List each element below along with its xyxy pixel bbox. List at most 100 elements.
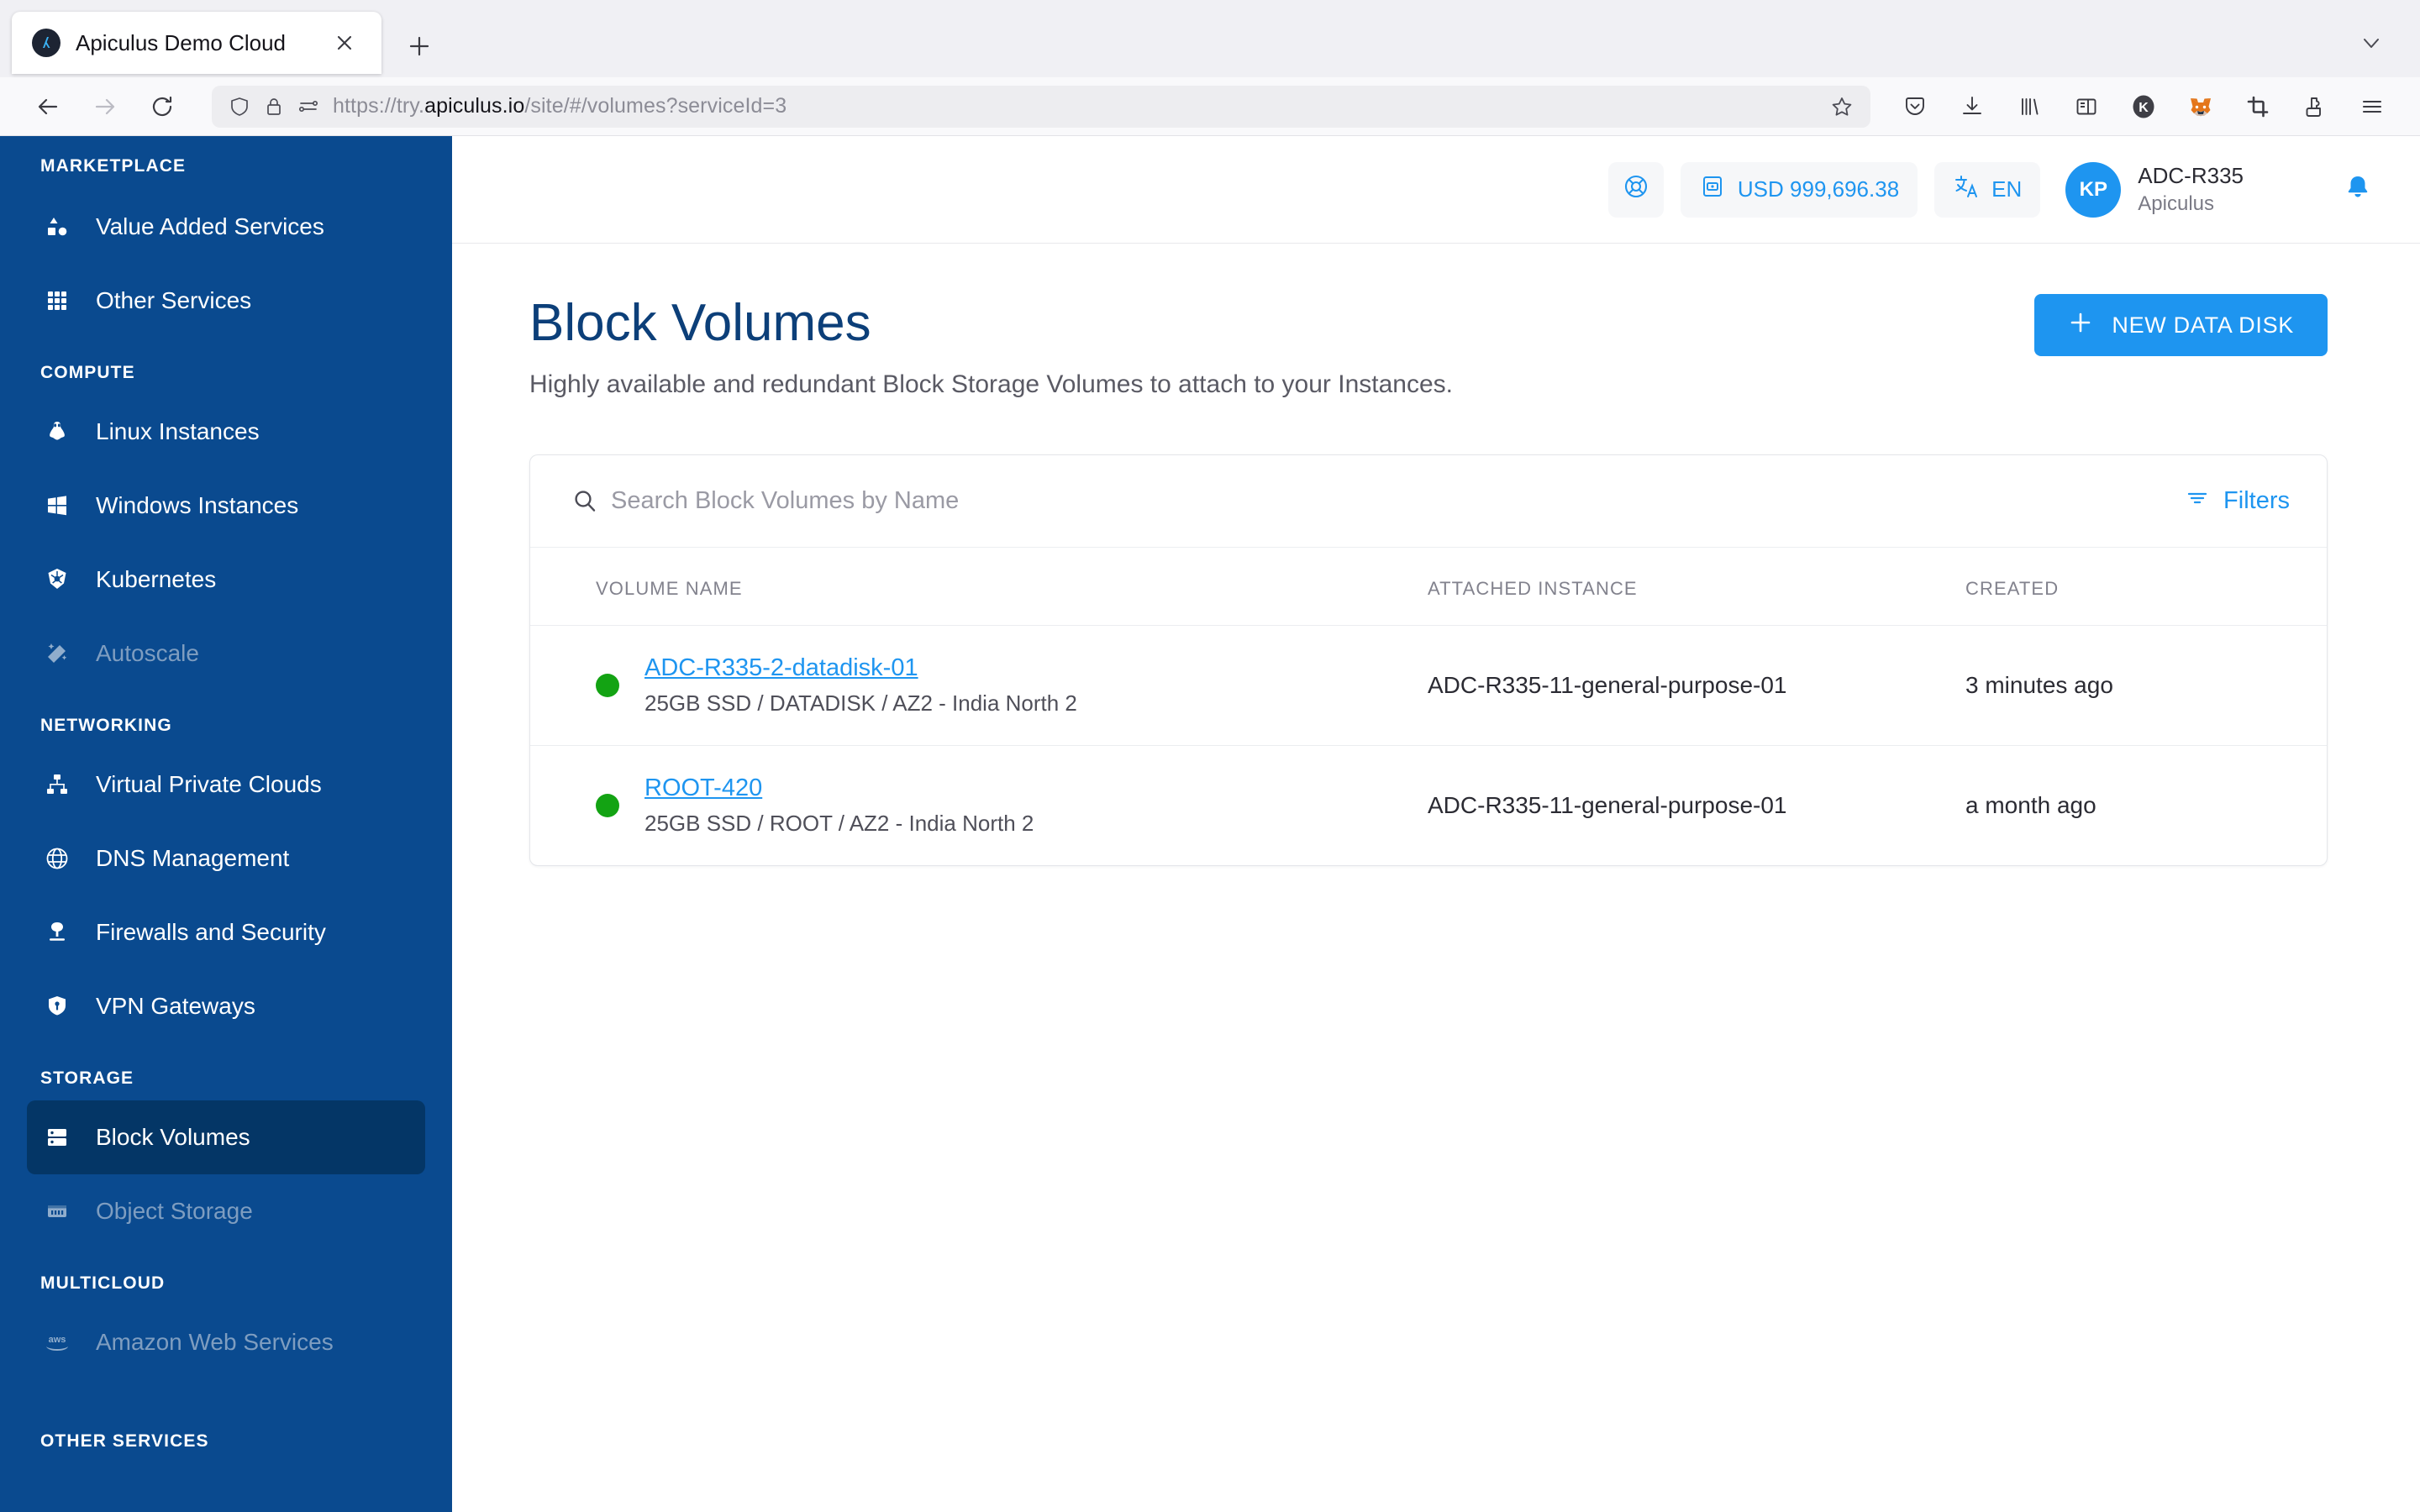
sidebar-item-amazon-web-services: aws Amazon Web Services (27, 1305, 425, 1379)
table-row[interactable]: ROOT-420 25GB SSD / ROOT / AZ2 - India N… (530, 745, 2327, 866)
sidebar-item-label: VPN Gateways (96, 993, 255, 1019)
new-data-disk-button[interactable]: NEW DATA DISK (2034, 294, 2328, 356)
search-input[interactable] (611, 487, 2186, 516)
support-button[interactable] (1607, 161, 1664, 218)
tab-strip: Apiculus Demo Cloud (0, 0, 2420, 77)
sidebar-item-virtual-private-clouds[interactable]: Virtual Private Clouds (27, 748, 425, 822)
lifebuoy-icon (1622, 172, 1650, 207)
sidebar-item-object-storage: Object Storage (27, 1174, 425, 1248)
sidebar-item-value-added-services[interactable]: Value Added Services (27, 190, 425, 264)
permissions-icon[interactable] (297, 96, 319, 118)
sidebar-item-label: Firewalls and Security (96, 919, 326, 945)
filter-icon (2185, 486, 2210, 517)
browser-toolbar: https://try.apiculus.io/site/#/volumes?s… (0, 77, 2420, 136)
volume-name-cell: ADC-R335-2-datadisk-01 25GB SSD / DATADI… (530, 625, 1428, 746)
plus-icon (2068, 310, 2093, 341)
forward-arrow-icon (79, 81, 131, 133)
sidebar-section-networking: NETWORKING (40, 716, 172, 735)
sidebar-item-label: Autoscale (96, 640, 199, 666)
pocket-save-icon[interactable] (1889, 81, 1941, 133)
extensions-toolbar: K (1889, 81, 2398, 133)
app-menu-icon[interactable] (2346, 81, 2398, 133)
filters-button[interactable]: Filters (2185, 486, 2290, 517)
bell-icon[interactable] (2341, 173, 2375, 207)
shapes-icon (40, 214, 74, 239)
address-bar[interactable]: https://try.apiculus.io/site/#/volumes?s… (212, 85, 1870, 128)
shield-icon (229, 96, 250, 118)
sidebar-item-autoscale: Autoscale (27, 617, 425, 690)
sidebar-item-label: DNS Management (96, 845, 290, 871)
metamask-fox-icon[interactable] (2175, 81, 2227, 133)
clipper-extension-icon[interactable] (2232, 81, 2284, 133)
k-extension-icon[interactable]: K (2118, 81, 2170, 133)
sidebar-item-label: Amazon Web Services (96, 1329, 334, 1355)
sidebar-item-linux-instances[interactable]: Linux Instances (27, 395, 425, 469)
attached-instance-cell: ADC-R335-11-general-purpose-01 (1428, 625, 1965, 746)
url-path: /site/#/volumes?serviceId=3 (524, 94, 787, 118)
downloads-icon[interactable] (1946, 81, 1998, 133)
filters-label: Filters (2223, 487, 2290, 515)
content-area: USD 999,696.38 EN KP ADC-R335 Apiculus B… (452, 136, 2420, 1512)
back-arrow-icon[interactable] (22, 81, 74, 133)
page-body: Block Volumes Highly available and redun… (452, 244, 2420, 1512)
sidebar-item-kubernetes[interactable]: Kubernetes (27, 543, 425, 617)
lock-icon (264, 97, 284, 117)
sidebar-item-block-volumes[interactable]: Block Volumes (27, 1100, 425, 1174)
wallet-balance-value: USD 999,696.38 (1737, 176, 1900, 202)
volumes-table: VOLUME NAME ATTACHED INSTANCE CREATED AD… (530, 548, 2327, 866)
new-data-disk-label: NEW DATA DISK (2112, 312, 2294, 338)
magic-wand-icon (40, 641, 74, 666)
avatar: KP (2065, 161, 2122, 218)
page-title: Block Volumes (529, 294, 871, 352)
primary-sidebar: MARKETPLACE Value Added Services Other S… (0, 136, 452, 1512)
sidebar-section-marketplace: MARKETPLACE (40, 156, 187, 176)
reload-icon[interactable] (136, 81, 188, 133)
table-row[interactable]: ADC-R335-2-datadisk-01 25GB SSD / DATADI… (530, 625, 2327, 746)
url-text[interactable]: https://try.apiculus.io/site/#/volumes?s… (333, 94, 1817, 118)
sidebar-item-firewalls-and-security[interactable]: Firewalls and Security (27, 895, 425, 969)
extensions-puzzle-icon[interactable] (2289, 81, 2341, 133)
volume-meta: 25GB SSD / DATADISK / AZ2 - India North … (644, 690, 1077, 717)
sidebar-item-label: Other Services (96, 287, 252, 313)
sidebar-icon[interactable] (2060, 81, 2112, 133)
new-tab-button[interactable] (393, 20, 445, 72)
browser-tab[interactable]: Apiculus Demo Cloud (12, 12, 381, 74)
sidebar-section-other-services: OTHER SERVICES (40, 1431, 209, 1451)
attached-instance-cell: ADC-R335-11-general-purpose-01 (1428, 745, 1965, 866)
page-subtitle: Highly available and redundant Block Sto… (529, 370, 1453, 399)
list-all-tabs-chevron-down-icon[interactable] (2348, 22, 2395, 64)
table-header-row: VOLUME NAME ATTACHED INSTANCE CREATED (530, 548, 2327, 627)
sidebar-item-label: Linux Instances (96, 418, 260, 444)
volume-meta: 25GB SSD / ROOT / AZ2 - India North 2 (644, 811, 1034, 837)
sidebar-item-dns-management[interactable]: DNS Management (27, 822, 425, 895)
search-icon (559, 487, 611, 516)
volume-name-link[interactable]: ROOT-420 (644, 774, 1034, 802)
url-scheme: https://try. (333, 94, 425, 118)
sidebar-item-other-services[interactable]: Other Services (27, 264, 425, 338)
network-topology-icon (40, 772, 74, 797)
wallet-balance-button[interactable]: USD 999,696.38 (1680, 161, 1918, 218)
sidebar-item-label: Block Volumes (96, 1124, 250, 1150)
search-row: Filters (530, 455, 2327, 549)
sidebar-item-windows-instances[interactable]: Windows Instances (27, 469, 425, 543)
language-selector[interactable]: EN (1934, 161, 2041, 218)
close-icon[interactable] (326, 24, 363, 61)
user-name: ADC-R335 (2138, 163, 2244, 188)
sidebar-item-label: Kubernetes (96, 566, 217, 592)
sidebar-section-compute: COMPUTE (40, 363, 135, 382)
volume-name-link[interactable]: ADC-R335-2-datadisk-01 (644, 654, 1077, 682)
app-header: USD 999,696.38 EN KP ADC-R335 Apiculus (452, 136, 2420, 244)
sidebar-item-vpn-gateways[interactable]: VPN Gateways (27, 969, 425, 1043)
language-value: EN (1991, 176, 2023, 202)
library-icon[interactable] (2003, 81, 2055, 133)
user-org: Apiculus (2138, 192, 2214, 215)
user-menu[interactable]: KP ADC-R335 Apiculus (2065, 161, 2244, 218)
application: MARKETPLACE Value Added Services Other S… (0, 136, 2420, 1512)
kubernetes-icon (40, 567, 74, 592)
created-cell: 3 minutes ago (1965, 625, 2327, 746)
sidebar-item-label: Virtual Private Clouds (96, 771, 322, 797)
url-host: apiculus.io (424, 94, 525, 118)
star-icon[interactable] (1830, 95, 1854, 118)
grid-icon (40, 289, 74, 312)
linux-penguin-icon (40, 419, 74, 444)
